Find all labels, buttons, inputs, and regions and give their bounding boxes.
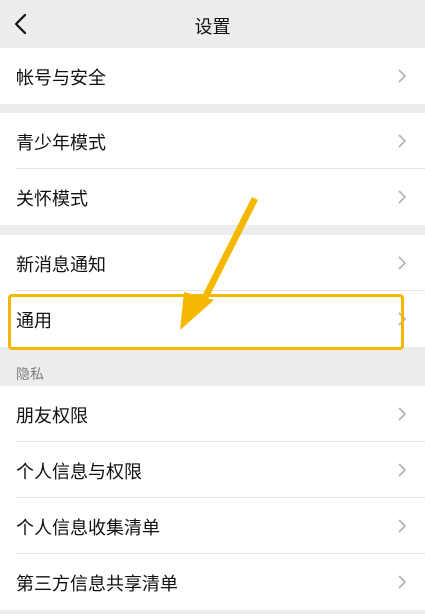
chevron-right-icon	[398, 519, 407, 533]
settings-item-teen-mode[interactable]: 青少年模式	[0, 113, 425, 169]
section-label-privacy: 隐私	[16, 367, 44, 383]
settings-item-label: 通用	[16, 311, 52, 332]
settings-item-care-mode[interactable]: 关怀模式	[0, 169, 425, 225]
settings-item-label: 第三方信息共享清单	[16, 574, 178, 595]
settings-item-label: 个人信息与权限	[16, 462, 142, 483]
settings-item-label: 个人信息收集清单	[16, 518, 160, 539]
settings-item-third-party-sharing[interactable]: 第三方信息共享清单	[0, 554, 425, 610]
settings-item-label: 朋友权限	[16, 406, 88, 427]
settings-item-general[interactable]: 通用	[0, 291, 425, 347]
page-title: 设置	[194, 17, 231, 38]
chevron-right-icon	[398, 190, 407, 204]
settings-group-privacy: 朋友权限 个人信息与权限 个人信息收集清单 第三方信息共享清单	[0, 386, 425, 610]
settings-group-modes: 青少年模式 关怀模式	[0, 113, 425, 225]
chevron-right-icon	[398, 407, 407, 421]
chevron-right-icon	[398, 69, 407, 83]
settings-item-label: 新消息通知	[16, 255, 106, 276]
settings-item-label: 关怀模式	[16, 189, 88, 210]
settings-group-account: 帐号与安全	[0, 48, 425, 104]
chevron-right-icon	[398, 575, 407, 589]
settings-group-general: 新消息通知 通用	[0, 235, 425, 347]
chevron-right-icon	[398, 463, 407, 477]
settings-item-personal-info-permissions[interactable]: 个人信息与权限	[0, 442, 425, 498]
settings-item-label: 帐号与安全	[16, 68, 106, 89]
settings-item-personal-info-collection[interactable]: 个人信息收集清单	[0, 498, 425, 554]
settings-item-account-security[interactable]: 帐号与安全	[0, 48, 425, 104]
top-nav-bar: 设置	[0, 0, 425, 48]
settings-item-label: 青少年模式	[16, 133, 106, 154]
chevron-right-icon	[398, 312, 407, 326]
settings-item-notifications[interactable]: 新消息通知	[0, 235, 425, 291]
settings-item-friend-permissions[interactable]: 朋友权限	[0, 386, 425, 442]
chevron-right-icon	[398, 256, 407, 270]
chevron-right-icon	[398, 134, 407, 148]
